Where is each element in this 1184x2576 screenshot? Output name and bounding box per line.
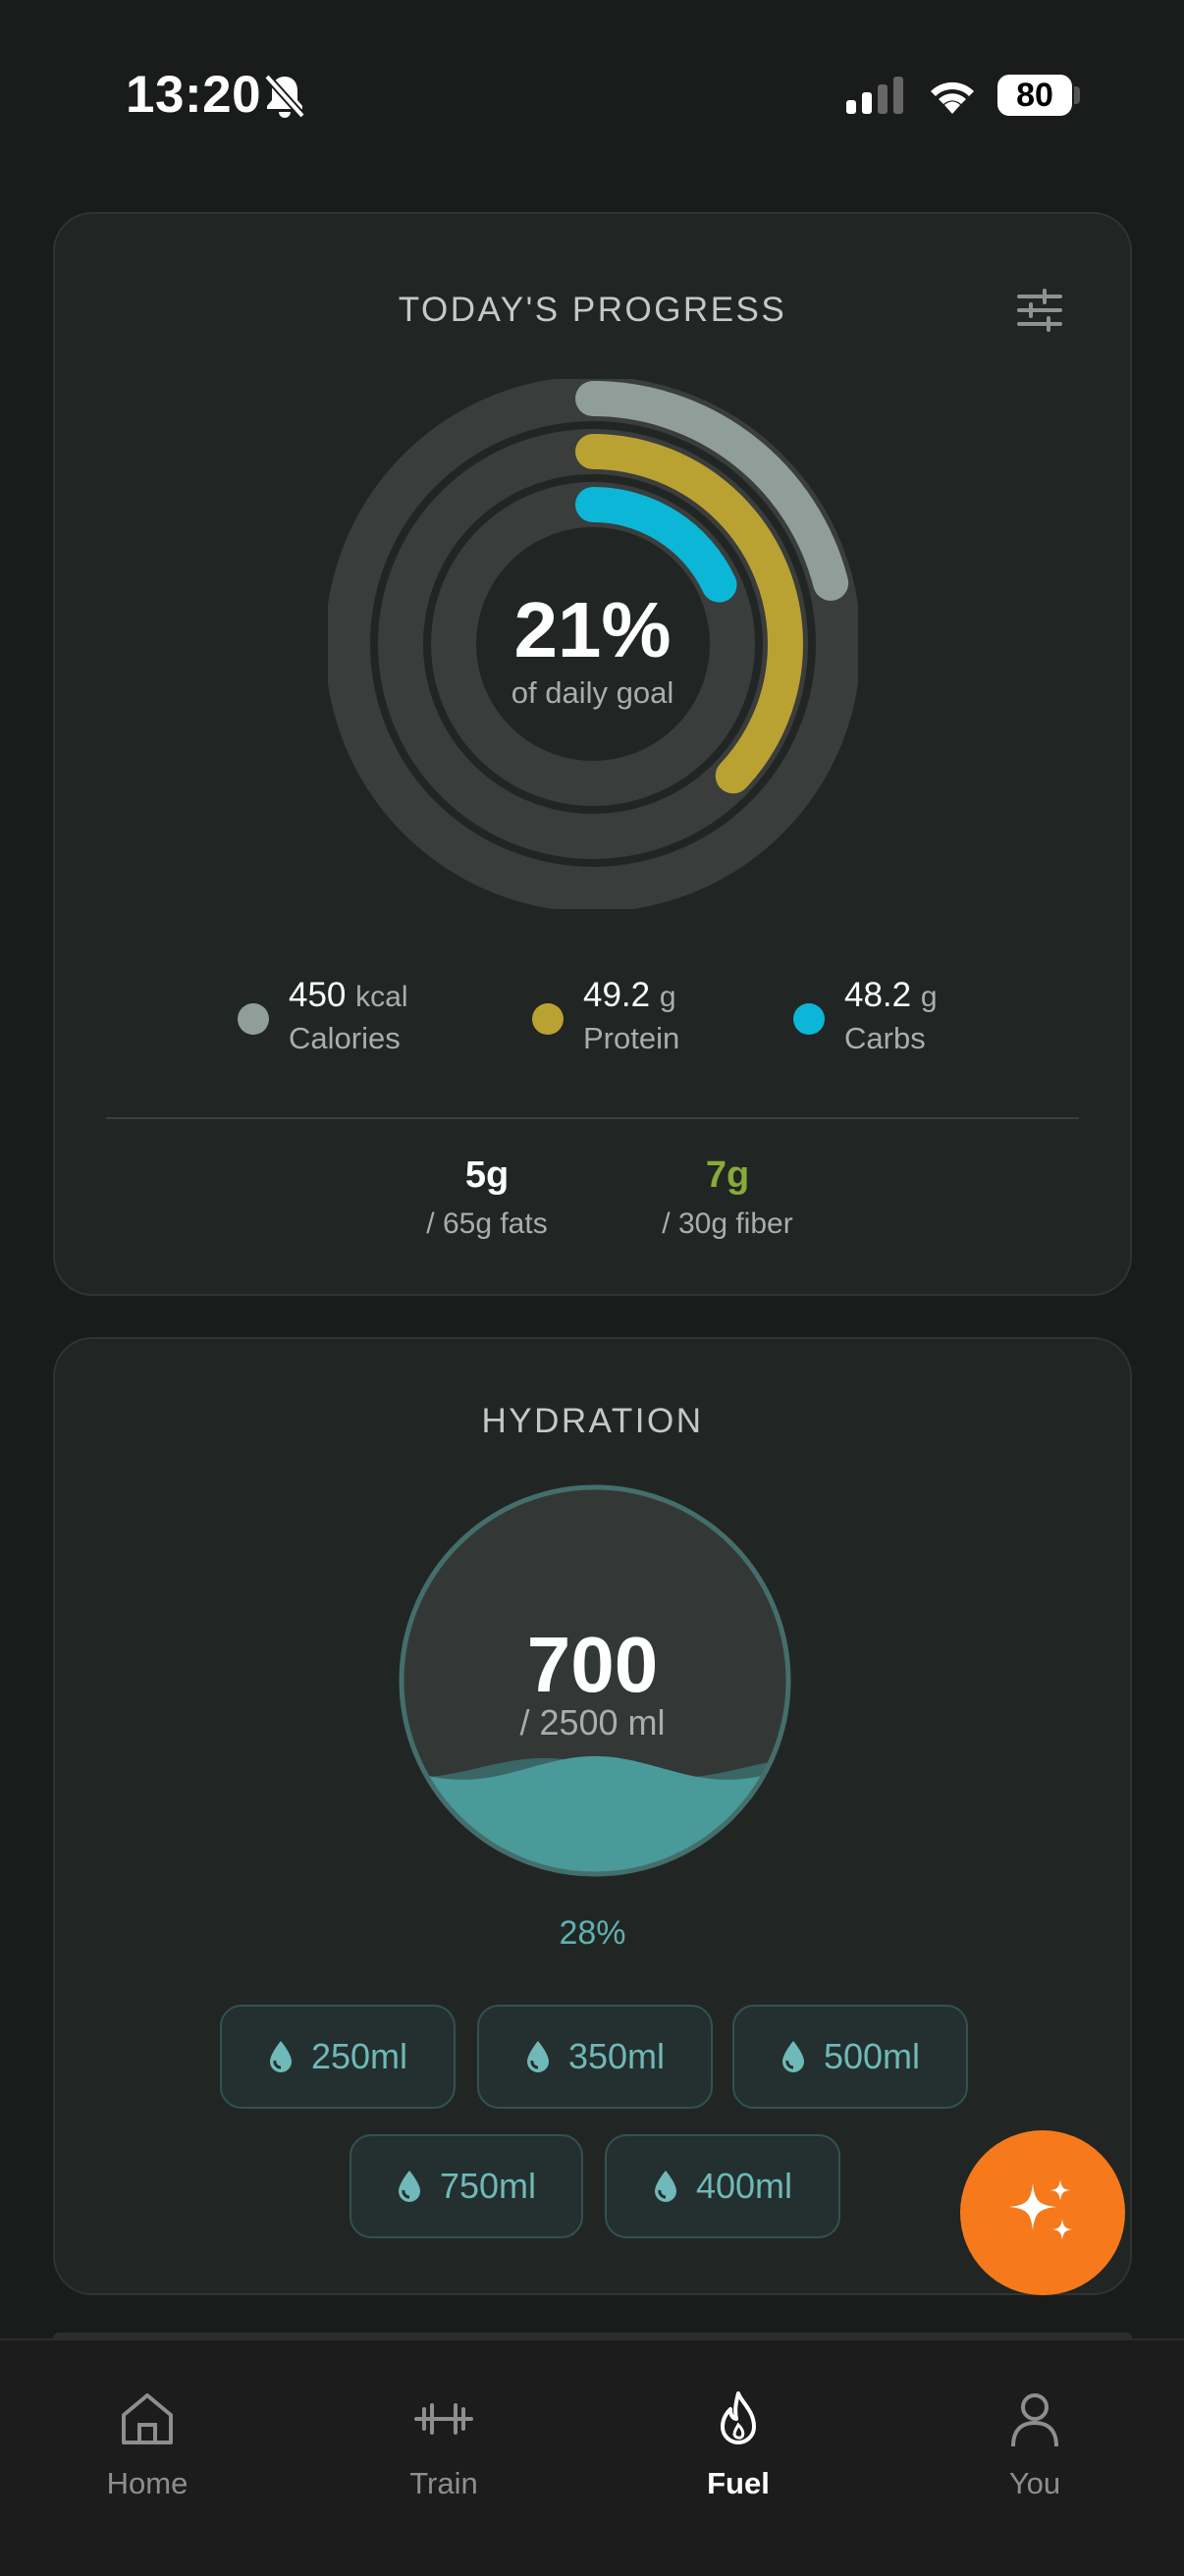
calories-label: Calories	[289, 1021, 401, 1055]
protein-label: Protein	[583, 1021, 680, 1055]
hydration-title: HYDRATION	[481, 1402, 704, 1440]
fiber-label: / 30g fiber	[662, 1208, 793, 1240]
status-time: 13:20	[126, 66, 262, 124]
ai-assistant-button[interactable]	[960, 2130, 1125, 2295]
protein-value: 49.2 g	[583, 976, 676, 1015]
settings-sliders-icon[interactable]	[1017, 289, 1062, 332]
battery-indicator: 80	[997, 75, 1072, 116]
tab-label: Fuel	[707, 2466, 770, 2500]
home-icon	[122, 2393, 173, 2444]
hydration-card: HYDRATION 700 / 2500 ml 28% 250ml 350ml …	[53, 1337, 1132, 2295]
tab-train[interactable]: Train	[346, 2340, 542, 2500]
tab-you[interactable]: You	[937, 2340, 1133, 2500]
water-amount: 700	[526, 1621, 659, 1708]
add-250ml-button[interactable]: 250ml	[220, 2005, 456, 2109]
tab-bar: Home Train Fuel You	[0, 2338, 1184, 2576]
water-drop-icon	[398, 2171, 420, 2202]
calories-unit: kcal	[355, 981, 408, 1013]
water-drop-icon	[526, 2041, 549, 2072]
tab-label: Home	[106, 2466, 188, 2500]
water-drop-icon	[781, 2041, 804, 2072]
button-label: 400ml	[695, 2166, 793, 2206]
add-500ml-button[interactable]: 500ml	[732, 2005, 968, 2109]
tab-label: Train	[409, 2466, 478, 2500]
tab-home[interactable]: Home	[49, 2340, 245, 2500]
tab-label: You	[1008, 2466, 1061, 2500]
progress-card: TODAY'S PROGRESS 21% of daily goal 450 k…	[53, 212, 1132, 1296]
carbs-label: Carbs	[844, 1021, 926, 1055]
calories-value: 450 kcal	[289, 976, 408, 1015]
button-label: 500ml	[823, 2036, 921, 2076]
carbs-value: 48.2 g	[844, 976, 938, 1015]
flame-icon	[721, 2391, 756, 2444]
progress-divider	[106, 1117, 1079, 1119]
battery-tip	[1074, 86, 1080, 104]
person-icon	[1011, 2393, 1058, 2447]
calories-number: 450	[289, 976, 347, 1014]
sparkle-icon	[1009, 2179, 1072, 2240]
water-drop-icon	[269, 2041, 292, 2072]
protein-unit: g	[659, 981, 676, 1013]
tab-fuel[interactable]: Fuel	[640, 2340, 836, 2500]
fiber-value: 7g	[705, 1154, 750, 1196]
button-label: 350ml	[567, 2036, 666, 2076]
add-350ml-button[interactable]: 350ml	[477, 2005, 713, 2109]
bell-off-icon	[264, 74, 305, 119]
water-goal: / 2500 ml	[519, 1702, 666, 1743]
button-label: 250ml	[310, 2036, 408, 2076]
fats-label: / 65g fats	[426, 1208, 548, 1240]
fats-value: 5g	[464, 1154, 510, 1196]
carbs-number: 48.2	[844, 976, 912, 1014]
progress-percent: 21%	[513, 586, 672, 673]
add-750ml-button[interactable]: 750ml	[350, 2134, 583, 2238]
progress-title: TODAY'S PROGRESS	[398, 291, 787, 329]
progress-subtitle: of daily goal	[511, 675, 674, 710]
button-label: 750ml	[439, 2166, 537, 2206]
wifi-icon	[931, 81, 974, 114]
protein-dot	[532, 1003, 564, 1035]
add-400ml-button[interactable]: 400ml	[605, 2134, 840, 2238]
water-percent: 28%	[559, 1914, 626, 1952]
water-drop-icon	[654, 2171, 676, 2202]
dumbbell-icon	[414, 2403, 473, 2435]
carbs-unit: g	[920, 981, 938, 1013]
protein-number: 49.2	[583, 976, 651, 1014]
carbs-dot	[793, 1003, 825, 1035]
calories-dot	[238, 1003, 269, 1035]
signal-icon	[846, 77, 903, 114]
